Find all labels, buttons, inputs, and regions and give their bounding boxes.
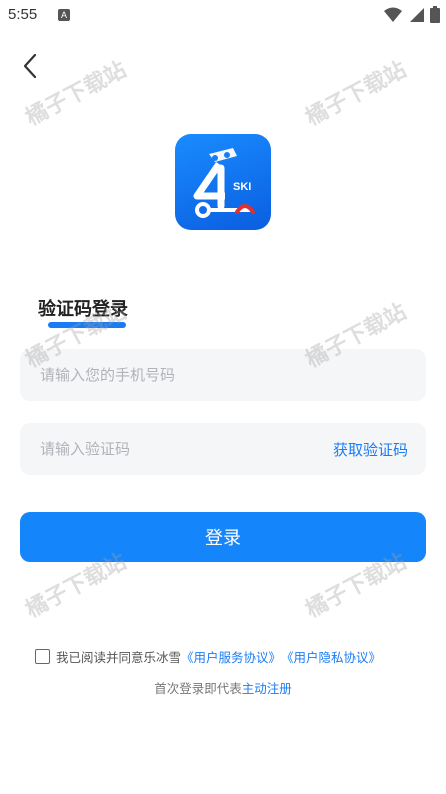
status-time: 5:55	[8, 6, 38, 23]
code-field[interactable]: 获取验证码	[20, 423, 426, 475]
register-link[interactable]: 主动注册	[242, 681, 292, 696]
login-button[interactable]: 登录	[20, 512, 426, 562]
agreement-prefix: 我已阅读并同意乐冰雪	[56, 650, 182, 665]
service-agreement-link[interactable]: 《用户服务协议》	[181, 647, 281, 666]
phone-input[interactable]	[40, 349, 320, 401]
signal-icon	[410, 7, 424, 22]
a-box-icon: A	[58, 9, 70, 21]
wifi-icon	[384, 7, 402, 22]
agreement-checkbox[interactable]	[35, 649, 50, 664]
register-prefix: 首次登录即代表	[154, 681, 242, 696]
logo-text: SKI	[233, 181, 251, 193]
watermark: 橘子下载站	[301, 57, 411, 132]
battery-icon	[430, 6, 440, 23]
agreement-row: 我已阅读并同意乐冰雪 《用户服务协议》 《用户隐私协议》	[35, 647, 381, 666]
phone-field[interactable]	[20, 349, 426, 401]
skier-logo-icon: SKI	[193, 148, 255, 218]
get-code-button[interactable]: 获取验证码	[333, 439, 408, 460]
status-bar: 5:55 A	[0, 0, 446, 32]
login-title: 验证码登录	[38, 299, 128, 320]
privacy-agreement-link[interactable]: 《用户隐私协议》	[281, 647, 381, 666]
status-icons	[384, 6, 440, 23]
title-underline	[48, 322, 126, 328]
back-button[interactable]	[14, 50, 46, 82]
code-input[interactable]	[40, 423, 320, 475]
chevron-left-icon	[23, 53, 37, 79]
register-line: 首次登录即代表主动注册	[0, 678, 446, 697]
app-logo: SKI	[175, 134, 271, 230]
